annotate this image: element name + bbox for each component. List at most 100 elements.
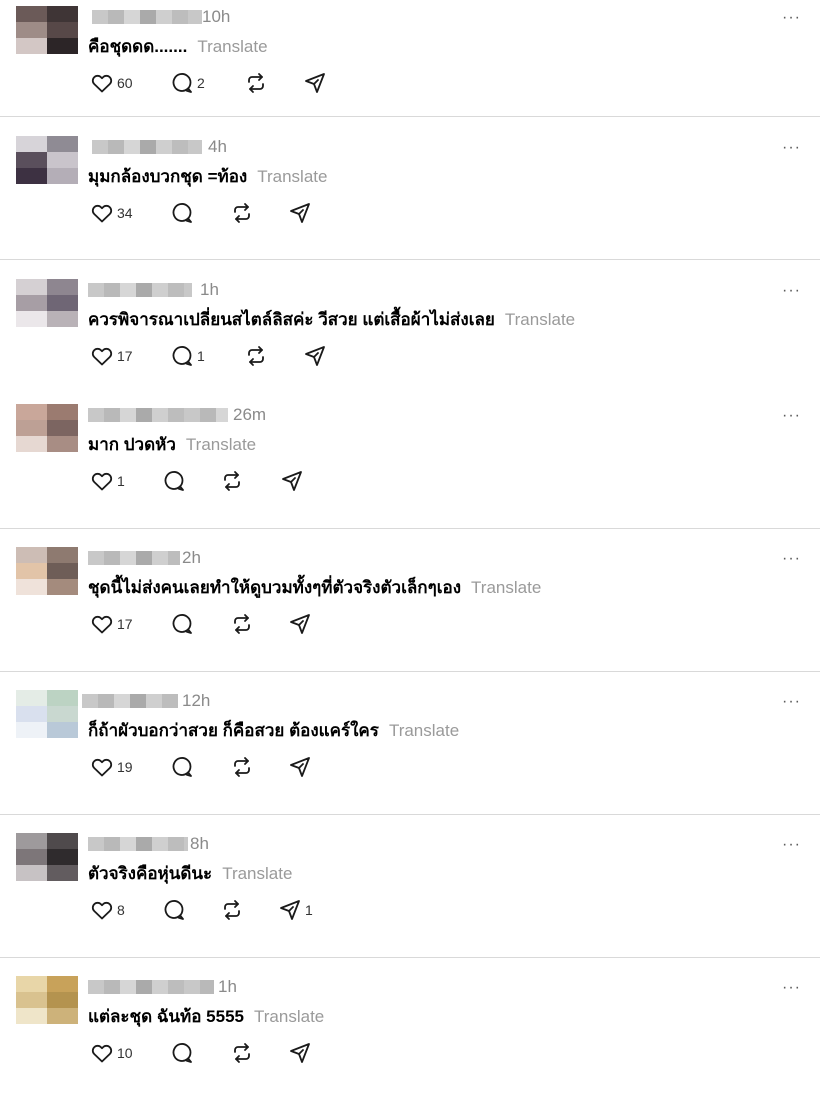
reply-icon <box>172 757 192 777</box>
reply-icon <box>172 1043 192 1063</box>
avatar[interactable] <box>16 404 78 452</box>
translate-link[interactable]: Translate <box>505 310 575 329</box>
action-count: 19 <box>117 759 133 775</box>
repost-button[interactable] <box>220 468 244 494</box>
username-blurred[interactable] <box>92 10 202 24</box>
translate-link[interactable]: Translate <box>389 721 459 740</box>
translate-link[interactable]: Translate <box>257 167 327 186</box>
avatar[interactable] <box>16 136 78 184</box>
username-blurred[interactable] <box>88 408 228 422</box>
share-button[interactable] <box>303 343 330 369</box>
username-blurred[interactable] <box>88 283 192 297</box>
like-button[interactable]: 8 <box>90 897 125 923</box>
timestamp: 10h <box>202 7 231 26</box>
share-button[interactable] <box>288 754 315 780</box>
more-options-icon[interactable]: ··· <box>782 980 801 996</box>
timestamp: 4h <box>208 137 227 156</box>
reply-text-line: ควรพิจารณาเปลี่ยนสไตล์ลิสค่ะ วีสวย แต่เส… <box>88 309 575 331</box>
repost-button[interactable] <box>230 1040 254 1066</box>
more-options-icon[interactable]: ··· <box>782 10 801 26</box>
repost-icon <box>234 203 250 223</box>
send-icon <box>305 73 325 93</box>
like-button[interactable]: 17 <box>90 611 133 637</box>
timestamp: 2h <box>182 548 201 567</box>
reply-button[interactable] <box>170 611 197 637</box>
repost-button[interactable] <box>230 200 254 226</box>
reply-text-line: คือชุดดด....... Translate <box>88 36 268 58</box>
reply-button[interactable] <box>170 200 197 226</box>
translate-link[interactable]: Translate <box>186 435 256 454</box>
more-options-icon[interactable]: ··· <box>782 551 801 567</box>
username-blurred[interactable] <box>88 837 188 851</box>
reply-icon <box>172 614 192 634</box>
reply-text-line: ชุดนี้ไม่ส่งคนเลยทำให้ดูบวมทั้งๆที่ตัวจร… <box>88 577 541 599</box>
share-button[interactable] <box>303 70 330 96</box>
send-icon <box>290 1043 310 1063</box>
username-blurred[interactable] <box>88 551 180 565</box>
translate-link[interactable]: Translate <box>197 37 267 56</box>
heart-icon <box>91 758 113 777</box>
translate-link[interactable]: Translate <box>222 864 292 883</box>
username-blurred[interactable] <box>92 140 202 154</box>
reply-button[interactable] <box>162 468 189 494</box>
translate-link[interactable]: Translate <box>254 1007 324 1026</box>
avatar[interactable] <box>16 547 78 595</box>
reply-text: แต่ละชุด ฉันท้อ 5555 <box>88 1007 245 1026</box>
share-button[interactable] <box>288 200 315 226</box>
repost-icon <box>224 900 240 920</box>
action-count: 17 <box>117 616 133 632</box>
like-button[interactable]: 60 <box>90 70 133 96</box>
action-count: 60 <box>117 75 133 91</box>
like-button[interactable]: 19 <box>90 754 133 780</box>
repost-button[interactable] <box>244 343 268 369</box>
like-button[interactable]: 1 <box>90 468 125 494</box>
repost-icon <box>234 1043 250 1063</box>
reply-icon <box>172 346 192 366</box>
translate-link[interactable]: Translate <box>471 578 541 597</box>
avatar[interactable] <box>16 690 78 738</box>
share-button[interactable] <box>280 468 307 494</box>
repost-button[interactable] <box>230 611 254 637</box>
post-divider <box>0 671 820 672</box>
reply-text-line: แต่ละชุด ฉันท้อ 5555 Translate <box>88 1006 324 1028</box>
action-count: 1 <box>197 348 205 364</box>
share-button[interactable] <box>288 611 315 637</box>
like-button[interactable]: 34 <box>90 200 133 226</box>
repost-button[interactable] <box>244 70 268 96</box>
send-icon <box>305 346 325 366</box>
repost-button[interactable] <box>220 897 244 923</box>
avatar[interactable] <box>16 976 78 1024</box>
reply-post: 4h ··· มุมกล้องบวกชุด =ท้อง Translate 34 <box>0 120 820 260</box>
more-options-icon[interactable]: ··· <box>782 408 801 424</box>
reply-text-line: มาก ปวดหัว Translate <box>88 434 256 456</box>
reply-button[interactable] <box>170 1040 197 1066</box>
action-count: 10 <box>117 1045 133 1061</box>
reply-icon <box>164 900 184 920</box>
share-button[interactable] <box>288 1040 315 1066</box>
reply-button[interactable] <box>162 897 189 923</box>
like-button[interactable]: 17 <box>90 343 133 369</box>
username-blurred[interactable] <box>88 980 214 994</box>
reply-button[interactable] <box>170 754 197 780</box>
reply-button[interactable]: 1 <box>170 343 205 369</box>
reply-icon <box>172 203 192 223</box>
reply-post: 1h ··· ควรพิจารณาเปลี่ยนสไตล์ลิสค่ะ วีสวย … <box>0 263 820 403</box>
more-options-icon[interactable]: ··· <box>782 694 801 710</box>
username-blurred[interactable] <box>82 694 178 708</box>
reply-icon <box>172 73 192 93</box>
more-options-icon[interactable]: ··· <box>782 837 801 853</box>
reply-icon <box>164 471 184 491</box>
repost-button[interactable] <box>230 754 254 780</box>
reply-text: ชุดนี้ไม่ส่งคนเลยทำให้ดูบวมทั้งๆที่ตัวจร… <box>88 578 462 597</box>
avatar[interactable] <box>16 6 78 54</box>
avatar[interactable] <box>16 833 78 881</box>
more-options-icon[interactable]: ··· <box>782 140 801 156</box>
like-button[interactable]: 10 <box>90 1040 133 1066</box>
share-button[interactable]: 1 <box>278 897 313 923</box>
reply-text: มาก ปวดหัว <box>88 435 176 454</box>
post-divider <box>0 957 820 958</box>
reply-button[interactable]: 2 <box>170 70 205 96</box>
post-divider <box>0 814 820 815</box>
avatar[interactable] <box>16 279 78 327</box>
more-options-icon[interactable]: ··· <box>782 283 801 299</box>
